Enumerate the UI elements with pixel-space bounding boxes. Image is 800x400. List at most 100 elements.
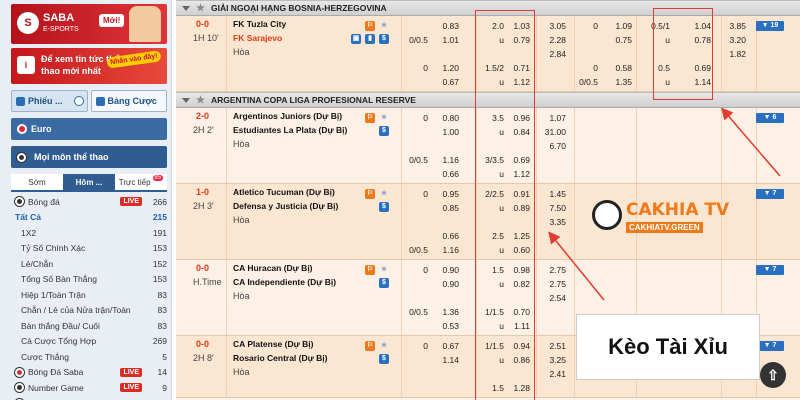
1x2-odd[interactable]: 3.25 — [538, 353, 566, 367]
news-banner[interactable]: i Để xem tin tức thể thao mới nhất Nhấn v… — [11, 48, 167, 84]
1x2-odd[interactable]: 1.07 — [538, 111, 566, 125]
sport-item[interactable]: Lẻ/Chẵn 152 — [11, 256, 167, 272]
watermark-brand: CAKHIA TV — [626, 200, 730, 220]
league-name: GIẢI NGOẠI HẠNG BOSNIA-HERZEGOVINA — [210, 3, 387, 13]
sport-item[interactable]: Tất Cả 215 — [11, 210, 167, 226]
sport-label: Tổng Số Bàn Thắng — [21, 274, 97, 285]
handicap-odd[interactable]: 0.67 — [431, 75, 459, 89]
player-image — [129, 6, 161, 42]
sport-icon — [15, 367, 24, 377]
sport-label: Lẻ/Chẵn — [21, 258, 54, 269]
sport-icon — [15, 197, 24, 207]
1x2-odd[interactable]: 31.00 — [538, 125, 566, 139]
sport-item[interactable]: Chẵn / Lẻ của Nửa trận/Toàn 83 — [11, 303, 167, 319]
handicap-odd[interactable]: 0.53 — [431, 319, 459, 333]
1x2-odd[interactable]: 2.28 — [538, 33, 566, 47]
handicap-odd[interactable]: 0.67 — [431, 339, 459, 353]
sport-item[interactable]: Cược Thắng 5 — [11, 349, 167, 365]
sports-list: Bóng đá LIVE 266 Tất Cả 215 1X2 191 Tỷ Số Chính… — [11, 194, 167, 400]
sport-item[interactable]: Tổng Số Bàn Thắng 153 — [11, 272, 167, 288]
tab-bet-list[interactable]: Bảng Cược — [90, 90, 167, 112]
handicap-odd[interactable]: 0.66 — [431, 229, 459, 243]
highlight-h1-ou-column — [653, 8, 713, 100]
sport-count: 83 — [157, 305, 167, 316]
h1-handicap-odd[interactable]: 0.75 — [606, 33, 632, 47]
1x2-odd[interactable]: 2.41 — [538, 367, 566, 381]
sport-count: 9 — [162, 382, 167, 393]
1x2-odd[interactable]: 3.35 — [538, 215, 566, 229]
h1-handicap-odd[interactable]: 1.09 — [606, 19, 632, 33]
collapse-icon — [182, 5, 190, 11]
highlight-ou-column — [475, 10, 535, 400]
sport-item[interactable]: 1X2 191 — [11, 225, 167, 241]
star-icon: ★ — [196, 94, 205, 106]
chevron-down-icon — [73, 96, 84, 106]
1x2-odd[interactable]: 6.70 — [538, 139, 566, 153]
sport-count: 191 — [152, 227, 167, 238]
h1-handicap-odd[interactable]: 0.58 — [606, 61, 632, 75]
tab-early[interactable]: Sớm — [11, 174, 63, 190]
1x2-odd[interactable]: 2.75 — [538, 263, 566, 277]
handicap: 0/0.5 — [409, 35, 428, 45]
slip-icon — [16, 96, 25, 106]
sport-item[interactable]: Number Game LIVE 9 — [11, 380, 167, 396]
h1-handicap: 0 — [593, 21, 598, 31]
sport-count: 83 — [157, 289, 167, 300]
sport-count: 5 — [162, 351, 167, 362]
sport-count: 14 — [157, 367, 167, 378]
handicap-odd[interactable]: 0.85 — [431, 201, 459, 215]
news-icon: i — [17, 56, 35, 74]
tab-live[interactable]: Trực tiếp 85 — [115, 174, 167, 190]
h1-1x2-odd[interactable]: 3.20 — [716, 33, 746, 47]
handicap-odd[interactable]: 1.00 — [431, 125, 459, 139]
1x2-odd[interactable]: 2.75 — [538, 277, 566, 291]
sidebar-item-euro[interactable]: Euro — [11, 118, 167, 140]
tab-today[interactable]: Hôm ... — [63, 174, 115, 190]
star-icon: ★ — [196, 2, 205, 14]
handicap-odd[interactable]: 0.90 — [431, 277, 459, 291]
sport-label: Chẵn / Lẻ của Nửa trận/Toàn — [21, 305, 131, 316]
h1-1x2-odd[interactable]: 1.82 — [716, 47, 746, 61]
sport-item[interactable]: Bàn thắng Đầu/ Cuối 83 — [11, 318, 167, 334]
sport-item[interactable]: Bóng đá LIVE 266 — [11, 194, 167, 210]
1x2-odd[interactable]: 7.50 — [538, 201, 566, 215]
h1-handicap-odd[interactable]: 1.35 — [606, 75, 632, 89]
sport-item[interactable]: Hiệp 1/Toàn Trận 83 — [11, 287, 167, 303]
arrow-up-icon[interactable]: ⇧ — [760, 362, 786, 388]
sport-count: 152 — [152, 258, 167, 269]
1x2-odd[interactable]: 3.05 — [538, 19, 566, 33]
sport-count: 153 — [152, 274, 167, 285]
handicap-odd[interactable]: 0.66 — [431, 167, 459, 181]
sport-label: Tỷ Số Chính Xác — [21, 243, 86, 254]
handicap-odd[interactable]: 1.16 — [431, 153, 459, 167]
handicap: 0/0.5 — [409, 307, 428, 317]
handicap-odd[interactable]: 1.16 — [431, 243, 459, 257]
sport-item[interactable]: Cá Cược Tổng Hợp 269 — [11, 334, 167, 350]
sport-item[interactable]: RNG Keno — [11, 396, 167, 400]
handicap-odd[interactable]: 0.90 — [431, 263, 459, 277]
sport-label: Cá Cược Tổng Hợp — [21, 336, 97, 347]
saba-banner-title: SABA E-SPORTS — [43, 12, 79, 34]
handicap: 0 — [423, 113, 428, 123]
h1-1x2-odd[interactable]: 3.85 — [716, 19, 746, 33]
handicap-odd[interactable]: 1.20 — [431, 61, 459, 75]
1x2-odd[interactable]: 2.54 — [538, 291, 566, 305]
collapse-icon — [182, 97, 190, 103]
sport-label: Bóng Đá Saba — [28, 367, 84, 378]
sidebar-item-all-sports[interactable]: Mọi môn thể thao — [11, 146, 167, 168]
handicap-odd[interactable]: 1.14 — [431, 353, 459, 367]
saba-esports-banner[interactable]: S SABA E-SPORTS Mới! — [11, 4, 167, 44]
handicap-odd[interactable]: 0.80 — [431, 111, 459, 125]
1x2-odd[interactable]: 1.45 — [538, 187, 566, 201]
handicap-odd[interactable]: 1.01 — [431, 33, 459, 47]
1x2-odd[interactable]: 2.84 — [538, 47, 566, 61]
handicap: 0 — [423, 63, 428, 73]
handicap-odd[interactable]: 1.36 — [431, 305, 459, 319]
sidebar: S SABA E-SPORTS Mới! i Để xem tin tức thể… — [0, 0, 172, 400]
handicap-odd[interactable]: 0.95 — [431, 187, 459, 201]
sport-item[interactable]: Bóng Đá Saba LIVE 14 — [11, 365, 167, 381]
handicap-odd[interactable]: 0.83 — [431, 19, 459, 33]
tab-bet-slip[interactable]: Phiếu ... — [11, 90, 88, 112]
1x2-odd[interactable]: 2.51 — [538, 339, 566, 353]
sport-item[interactable]: Tỷ Số Chính Xác 153 — [11, 241, 167, 257]
